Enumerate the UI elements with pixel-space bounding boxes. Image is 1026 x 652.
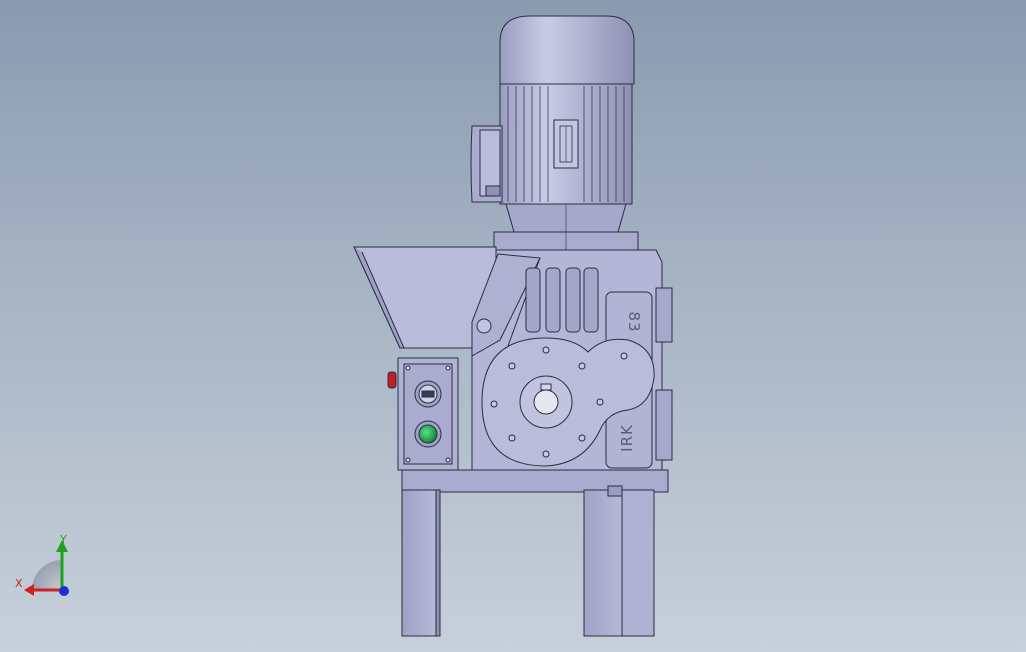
graphics-viewport[interactable]: 83 IRK Y X <box>0 0 1026 652</box>
casting-text-83: 83 <box>625 311 643 332</box>
triad-label-x: X <box>15 577 23 590</box>
leg-right <box>583 489 623 637</box>
output-shaft <box>533 389 559 415</box>
indicator-light <box>387 371 397 389</box>
orientation-triad[interactable]: Y X <box>15 533 69 596</box>
stand <box>401 469 669 637</box>
cad-model-view[interactable]: 83 IRK Y X <box>0 0 1026 652</box>
leg-left <box>401 489 437 637</box>
gearbox: 83 IRK <box>471 249 673 489</box>
selector-switch[interactable] <box>414 380 442 408</box>
start-button[interactable] <box>414 420 442 448</box>
stand-frame-top <box>401 469 669 493</box>
casting-text-irk: IRK <box>618 424 636 452</box>
motor <box>470 15 639 251</box>
control-box <box>387 357 459 471</box>
triad-label-y: Y <box>59 533 67 546</box>
triad-z-axis <box>59 586 69 596</box>
lifting-eye <box>476 318 492 334</box>
motor-fan-cover <box>499 15 635 85</box>
